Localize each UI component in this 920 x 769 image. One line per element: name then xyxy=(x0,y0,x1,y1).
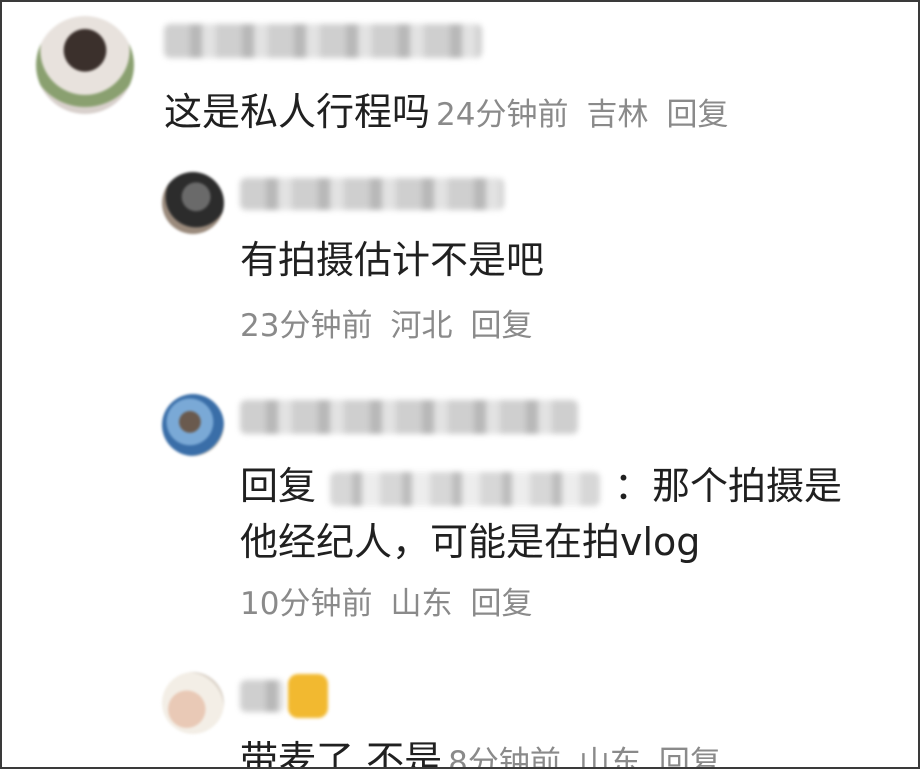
comment-time: 10分钟前 xyxy=(240,586,373,622)
username-blurred[interactable] xyxy=(240,400,578,434)
comment-text: 有拍摄估计不是吧 xyxy=(240,238,545,282)
username-blurred[interactable] xyxy=(240,178,504,210)
comment-meta: 10分钟前 山东 回复 xyxy=(240,584,550,624)
comment-body: 这是私人行程吗 24分钟前 吉林 回复 xyxy=(164,90,746,137)
comment-text: ：那个拍摄是 xyxy=(614,464,843,508)
comment-thread: 这是私人行程吗 24分钟前 吉林 回复 有拍摄估计不是吧 23分钟前 河北 回复 回复 ：那… xyxy=(0,0,920,769)
comment-meta: 8分钟前 山东 回复 xyxy=(448,745,739,769)
avatar[interactable] xyxy=(36,16,134,114)
avatar[interactable] xyxy=(162,172,224,234)
username-blurred[interactable] xyxy=(164,24,482,58)
comment-meta: 23分钟前 河北 回复 xyxy=(240,306,550,346)
comment-text-line2: 他经纪人，可能是在拍vlog xyxy=(240,520,701,564)
reply-button[interactable]: 回复 xyxy=(470,308,532,344)
reply-button[interactable]: 回复 xyxy=(659,745,721,767)
comment-body: 回复 ：那个拍摄是 xyxy=(240,464,842,508)
comment-text: 这是私人行程吗 xyxy=(164,90,431,134)
username-blurred[interactable] xyxy=(240,680,284,712)
emoji-icon xyxy=(288,674,328,718)
comment-location: 吉林 xyxy=(586,97,649,133)
reply-button[interactable]: 回复 xyxy=(666,97,728,133)
avatar[interactable] xyxy=(162,394,224,456)
comment-location: 山东 xyxy=(578,745,641,769)
comment-meta: 24分钟前 吉林 回复 xyxy=(436,97,746,133)
comment-time: 8分钟前 xyxy=(448,745,561,769)
comment-location: 河北 xyxy=(390,308,453,344)
comment-location: 山东 xyxy=(390,586,453,622)
comment-time: 24分钟前 xyxy=(436,97,569,133)
reply-button[interactable]: 回复 xyxy=(470,586,532,622)
comment-body: 带麦了 不是 8分钟前 山东 回复 xyxy=(240,738,739,769)
mentioned-user-blurred[interactable] xyxy=(330,471,601,506)
reply-prefix: 回复 xyxy=(240,464,317,508)
avatar[interactable] xyxy=(162,672,224,734)
comment-text: 带麦了 不是 xyxy=(240,738,443,769)
comment-time: 23分钟前 xyxy=(240,308,373,344)
